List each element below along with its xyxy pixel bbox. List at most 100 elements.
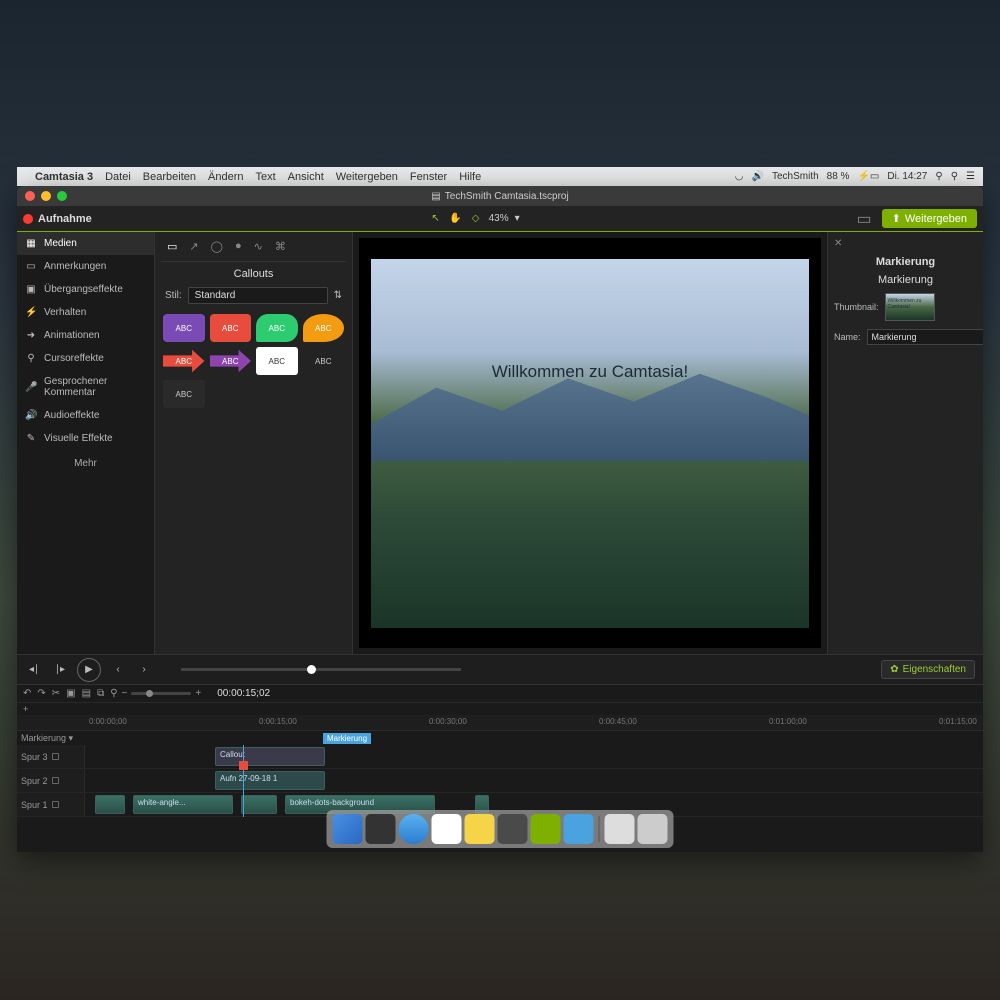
menu-icon[interactable]: ☰ <box>966 171 975 182</box>
playhead[interactable] <box>243 745 244 817</box>
arrow-tab-icon[interactable]: ↗ <box>189 240 198 253</box>
prev-frame-button[interactable]: ◂∣ <box>25 661 43 679</box>
dock-settings[interactable] <box>498 814 528 844</box>
timeline-clip[interactable] <box>95 795 125 814</box>
shape-tab-icon[interactable]: ◯ <box>211 240 223 253</box>
playback-slider[interactable] <box>181 668 461 671</box>
lock-icon[interactable] <box>52 801 59 808</box>
menu-ändern[interactable]: Ändern <box>208 171 243 183</box>
preview-canvas[interactable]: Willkommen zu Camtasia! <box>359 238 821 648</box>
keystroke-tab-icon[interactable]: ⌘ <box>275 240 286 253</box>
track-header[interactable]: Spur 1 <box>17 793 85 816</box>
track-add-icon[interactable]: + <box>23 704 28 714</box>
timeline-ruler[interactable]: 0:00:00;000:00:15;000:00:30;000:00:45;00… <box>17 715 983 731</box>
dock-folder[interactable] <box>605 814 635 844</box>
marker-row-label[interactable]: Markierung ▾ <box>17 733 85 744</box>
share-button[interactable]: ⬆ Weitergeben <box>882 209 977 228</box>
window-maximize-button[interactable] <box>57 191 67 201</box>
window-minimize-button[interactable] <box>41 191 51 201</box>
callout-shape-speech[interactable]: ABC <box>210 314 252 342</box>
properties-button[interactable]: ✿ Eigenschaften <box>881 660 975 679</box>
timeline-clip[interactable]: white-angle... <box>133 795 233 814</box>
dock-launchpad[interactable] <box>432 814 462 844</box>
window-close-button[interactable] <box>25 191 35 201</box>
timeline-clip[interactable]: Callout <box>215 747 325 766</box>
callout-arrow-purple[interactable]: ABC <box>210 347 252 375</box>
track-header[interactable]: Spur 3 <box>17 745 85 768</box>
menu-text[interactable]: Text <box>255 171 275 183</box>
sidebar-item-8[interactable]: ✎Visuelle Effekte <box>17 427 154 450</box>
dock-notes[interactable] <box>465 814 495 844</box>
step-fwd-button[interactable]: › <box>135 661 153 679</box>
menubar-app-name[interactable]: Camtasia 3 <box>35 171 93 183</box>
style-select[interactable]: Standard <box>188 287 328 304</box>
dock-safari[interactable] <box>399 814 429 844</box>
sidebar-item-4[interactable]: ➜Animationen <box>17 324 154 347</box>
bluetooth-icon[interactable]: ⚲ <box>935 171 942 182</box>
zoom-slider[interactable] <box>131 692 191 695</box>
sidebar-item-6[interactable]: 🎤Gesprochener Kommentar <box>17 370 154 404</box>
zoom-dropdown-icon[interactable]: ▾ <box>515 213 520 224</box>
volume-icon[interactable]: 🔊 <box>752 171 764 182</box>
timeline-track[interactable]: Spur 3 Callout <box>17 745 983 769</box>
zoom-level[interactable]: 43% <box>489 213 509 224</box>
callout-text-only[interactable]: ABC <box>163 380 205 408</box>
zoom-out-icon[interactable]: ⚲ <box>110 688 117 699</box>
callout-shape-rounded[interactable]: ABC <box>163 314 205 342</box>
sidebar-item-7[interactable]: 🔊Audioeffekte <box>17 404 154 427</box>
zoom-minus[interactable]: − <box>122 688 128 699</box>
redo-button[interactable]: ↷ <box>37 688 45 699</box>
step-back-button[interactable]: ‹ <box>109 661 127 679</box>
callout-shape-thought[interactable]: ABC <box>256 314 298 342</box>
timeline-clip[interactable]: Aufn 27-09-18 1 <box>215 771 325 790</box>
timeline-marker[interactable]: Markierung <box>323 733 371 744</box>
sidebar-item-0[interactable]: ▦Medien <box>17 232 154 255</box>
hand-tool-icon[interactable]: ✋ <box>449 213 463 224</box>
menu-fenster[interactable]: Fenster <box>410 171 447 183</box>
wifi-icon[interactable]: ◡ <box>735 171 744 182</box>
sidebar-more[interactable]: Mehr <box>17 450 154 477</box>
timeline-track[interactable]: Spur 2 Aufn 27-09-18 1 <box>17 769 983 793</box>
crop-tool-icon[interactable]: ◇ <box>469 213 483 224</box>
dock-finder[interactable] <box>333 814 363 844</box>
blur-tab-icon[interactable]: ● <box>235 240 242 253</box>
sketch-tab-icon[interactable]: ∿ <box>254 240 263 253</box>
paste-button[interactable]: ▤ <box>82 688 91 699</box>
callout-shape-box-white[interactable]: ABC <box>256 347 298 375</box>
dock-camtasia[interactable] <box>531 814 561 844</box>
next-frame-button[interactable]: ∣▸ <box>51 661 69 679</box>
callout-tab-icon[interactable]: ▭ <box>167 240 177 253</box>
sidebar-item-5[interactable]: ⚲Cursoreffekte <box>17 347 154 370</box>
style-dropdown-icon[interactable]: ⇅ <box>334 290 342 301</box>
undo-button[interactable]: ↶ <box>23 688 31 699</box>
menu-hilfe[interactable]: Hilfe <box>459 171 481 183</box>
cursor-tool-icon[interactable]: ↖ <box>429 213 443 224</box>
callout-text-plain[interactable]: ABC <box>303 347 345 375</box>
record-button[interactable]: Aufnahme <box>23 213 92 225</box>
lock-icon[interactable] <box>52 753 59 760</box>
zoom-plus[interactable]: + <box>195 688 201 699</box>
menu-bearbeiten[interactable]: Bearbeiten <box>143 171 196 183</box>
close-panel-icon[interactable]: ✕ <box>834 238 842 249</box>
sidebar-item-2[interactable]: ▣Übergangseffekte <box>17 278 154 301</box>
sidebar-item-1[interactable]: ▭Anmerkungen <box>17 255 154 278</box>
search-icon[interactable]: ⚲ <box>951 171 958 182</box>
menu-datei[interactable]: Datei <box>105 171 131 183</box>
dock-trash[interactable] <box>638 814 668 844</box>
copy-button[interactable]: ▣ <box>66 688 75 699</box>
callout-shape-cloud[interactable]: ABC <box>303 314 345 342</box>
play-button[interactable]: ▶ <box>77 658 101 682</box>
dock-mission-control[interactable] <box>366 814 396 844</box>
lock-icon[interactable] <box>52 777 59 784</box>
menu-weitergeben[interactable]: Weitergeben <box>336 171 398 183</box>
dock-snagit[interactable] <box>564 814 594 844</box>
callout-arrow-red[interactable]: ABC <box>163 347 205 375</box>
split-button[interactable]: ⧉ <box>97 688 104 699</box>
sidebar-item-3[interactable]: ⚡Verhalten <box>17 301 154 324</box>
timeline-clip[interactable] <box>241 795 277 814</box>
menu-ansicht[interactable]: Ansicht <box>288 171 324 183</box>
name-input[interactable] <box>867 329 983 345</box>
comment-icon[interactable]: ▭ <box>856 209 871 229</box>
cut-button[interactable]: ✂ <box>52 688 60 699</box>
track-header[interactable]: Spur 2 <box>17 769 85 792</box>
